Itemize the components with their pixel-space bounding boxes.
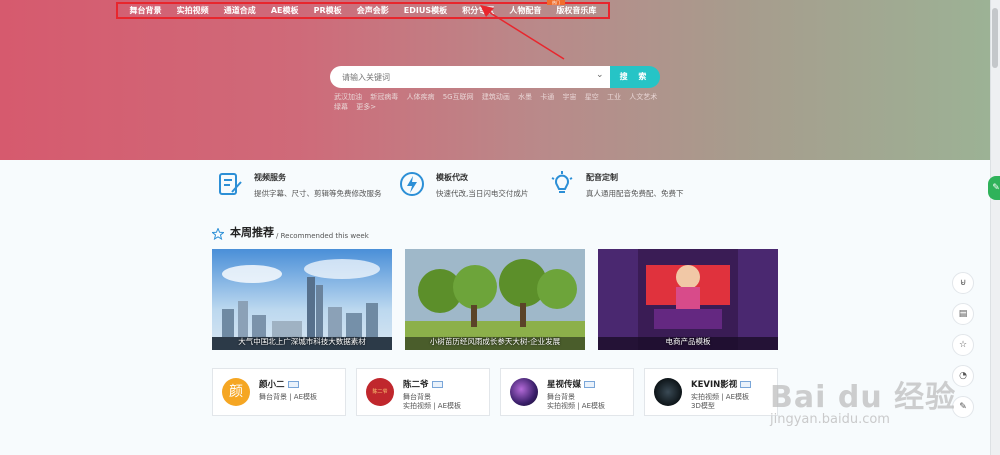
clipboard-icon[interactable]: ▤ — [952, 303, 974, 325]
star-icon — [212, 228, 224, 240]
ecommerce-thumbnail — [598, 249, 778, 350]
chevron-down-icon[interactable]: ⌄ — [596, 70, 604, 80]
cart-icon[interactable]: ⊌ — [952, 272, 974, 294]
scrollbar-track[interactable] — [990, 0, 1000, 455]
avatar[interactable]: 陈二爷 — [366, 378, 394, 406]
star-icon[interactable]: ☆ — [952, 334, 974, 356]
card-caption: 大气中国北上广深城市科技大数据素材 — [238, 337, 366, 346]
service-voice[interactable]: 配音定制 真人通用配音免费配、免费下 — [548, 170, 684, 199]
author-name[interactable]: 陈二爷 — [403, 380, 429, 390]
service-title: 配音定制 — [586, 173, 618, 182]
avatar[interactable]: 颜 — [222, 378, 250, 406]
author-tags: 实拍视频 | AE模板 3D模型 — [691, 393, 749, 411]
hot-tag[interactable]: 绿幕 — [334, 103, 348, 111]
recommend-card[interactable]: 大气中国北上广深城市科技大数据素材 — [212, 249, 392, 350]
feedback-float-button[interactable]: ✎ — [988, 176, 1000, 200]
author-card[interactable]: 星视传媒 舞台背景 实拍视频 | AE模板 — [500, 368, 634, 416]
nav-item-huisheng[interactable]: 会声会影 — [357, 5, 389, 16]
nav-item-stage-bg[interactable]: 舞台背景 — [130, 5, 162, 16]
hot-tag-more[interactable]: 更多> — [356, 103, 376, 111]
nav-item-ae[interactable]: AE模板 — [271, 5, 299, 16]
section-title: 本周推荐 — [230, 226, 274, 239]
clipboard-edit-icon — [219, 173, 242, 195]
author-name[interactable]: 星视传媒 — [547, 380, 581, 390]
weekly-header: 本周推荐 / Recommended this week — [212, 224, 369, 240]
service-desc: 快速代改,当日闪电交付成片 — [436, 189, 529, 198]
lightning-icon — [400, 172, 424, 196]
recommend-card[interactable]: 电商产品模板 — [598, 249, 778, 350]
author-card[interactable]: 颜 颜小二 舞台背景 | AE模板 — [212, 368, 346, 416]
hot-tag[interactable]: 建筑动画 — [482, 93, 510, 101]
author-tag: 实拍视频 | AE模板 — [547, 402, 606, 410]
nav-item-pr[interactable]: PR模板 — [314, 5, 342, 16]
vip-badge-icon — [431, 381, 443, 388]
search-box — [330, 66, 610, 88]
card-caption: 电商产品模板 — [665, 337, 711, 346]
recommend-card[interactable]: 小树苗历经风雨成长参天大树-企业发展 — [405, 249, 585, 350]
scrollbar-thumb[interactable] — [992, 8, 998, 68]
author-name[interactable]: 颜小二 — [259, 380, 285, 390]
hot-tag[interactable]: 新冠病毒 — [370, 93, 398, 101]
author-tag: 舞台背景 | AE模板 — [259, 393, 318, 401]
service-desc: 真人通用配音免费配、免费下 — [586, 189, 684, 198]
author-tags: 舞台背景 | AE模板 — [259, 393, 317, 402]
hot-tag[interactable]: 5G互联网 — [443, 93, 474, 101]
hot-tag[interactable]: 人体疾病 — [406, 93, 434, 101]
watermark-url: jingyan.baidu.com — [770, 412, 890, 427]
author-card[interactable]: 陈二爷 陈二爷 舞台背景 实拍视频 | AE模板 — [356, 368, 490, 416]
hot-tag[interactable]: 星空 — [585, 93, 599, 101]
card-caption: 小树苗历经风雨成长参天大树-企业发展 — [429, 337, 561, 346]
hot-tags: 武汉加油 新冠病毒 人体疾病 5G互联网 建筑动画 水墨 卡通 宇宙 星空 工业… — [334, 92, 664, 112]
service-video[interactable]: 视频服务 提供字幕、尺寸、剪辑等免费修改服务 — [216, 170, 382, 199]
author-tag: 实拍视频 | AE模板 — [691, 393, 750, 401]
tree-thumbnail — [405, 249, 585, 350]
nav-item-edius[interactable]: EDIUS模板 — [404, 5, 447, 16]
service-title: 视频服务 — [254, 173, 286, 182]
author-tags: 舞台背景 实拍视频 | AE模板 — [547, 393, 605, 411]
vip-badge-icon — [287, 381, 299, 388]
city-thumbnail — [212, 249, 392, 350]
hot-tag[interactable]: 工业 — [607, 93, 621, 101]
author-tag: 实拍视频 | AE模板 — [403, 402, 462, 410]
search-button[interactable]: 搜 索 — [610, 66, 660, 88]
author-name[interactable]: KEVIN影视 — [691, 380, 737, 390]
service-title: 模板代改 — [436, 173, 468, 182]
hot-tag[interactable]: 水墨 — [518, 93, 532, 101]
author-tags: 舞台背景 实拍视频 | AE模板 — [403, 393, 461, 411]
author-tag: 舞台背景 — [547, 393, 575, 401]
annotation-arrow — [480, 5, 565, 60]
vip-badge-icon — [740, 381, 752, 388]
author-tag: 舞台背景 — [403, 393, 431, 401]
section-subtitle: / Recommended this week — [276, 232, 369, 240]
nav-item-channel[interactable]: 通道合成 — [224, 5, 256, 16]
hot-tag[interactable]: 武汉加油 — [334, 93, 362, 101]
avatar[interactable] — [510, 378, 538, 406]
service-template[interactable]: 模板代改 快速代改,当日闪电交付成片 — [398, 170, 528, 199]
search-input[interactable] — [342, 66, 582, 88]
nav-item-live-video[interactable]: 实拍视频 — [177, 5, 209, 16]
author-card[interactable]: KEVIN影视 实拍视频 | AE模板 3D模型 — [644, 368, 778, 416]
hot-tag[interactable]: 宇宙 — [563, 93, 577, 101]
service-desc: 提供字幕、尺寸、剪辑等免费修改服务 — [254, 189, 382, 198]
author-tag: 3D模型 — [691, 402, 715, 410]
vip-badge-icon — [584, 381, 596, 388]
watermark-logo: Bai du 经验 — [770, 380, 957, 415]
hot-tag[interactable]: 人文艺术 — [629, 93, 657, 101]
lightbulb-icon — [551, 171, 573, 193]
hot-tag[interactable]: 卡通 — [540, 93, 554, 101]
avatar[interactable] — [654, 378, 682, 406]
